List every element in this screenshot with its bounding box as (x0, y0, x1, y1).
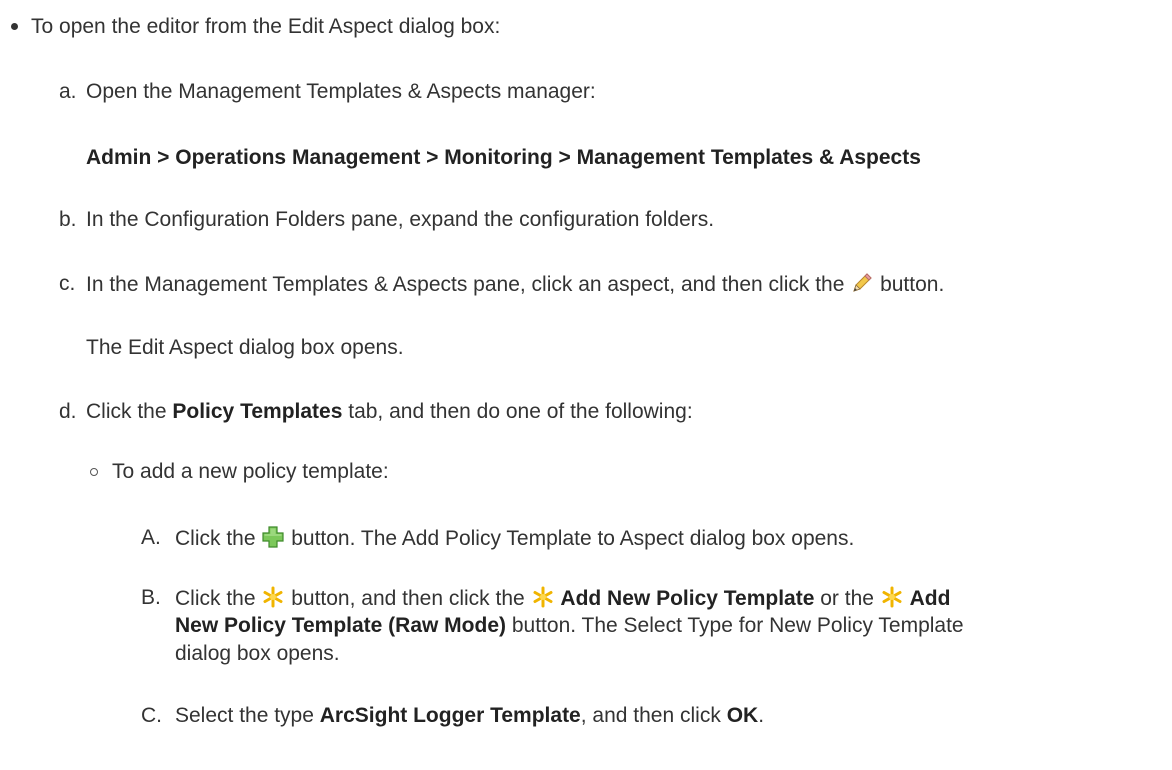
step-A-text: Click the button. The Add Policy Templat… (175, 525, 855, 550)
step-a-marker: a. (59, 80, 77, 103)
menu-path: Admin > Operations Management > Monitori… (86, 146, 921, 169)
step-A-marker: A. (141, 526, 161, 549)
step-c-note: The Edit Aspect dialog box opens. (86, 336, 404, 359)
step-c-text: In the Management Templates & Aspects pa… (86, 271, 945, 296)
new-star-icon (880, 585, 904, 609)
new-star-icon (531, 585, 555, 609)
sub-bullet-marker (90, 468, 98, 476)
new-star-icon (261, 585, 285, 609)
step-d-marker: d. (59, 400, 77, 423)
step-c-marker: c. (59, 272, 76, 295)
intro-text: To open the editor from the Edit Aspect … (31, 15, 501, 38)
step-B-line3: dialog box opens. (175, 642, 340, 665)
step-C-marker: C. (141, 704, 162, 727)
bullet-marker (11, 23, 18, 30)
add-plus-icon (261, 525, 285, 549)
step-C-text: Select the type ArcSight Logger Template… (175, 704, 765, 727)
pencil-icon (850, 271, 874, 295)
substep-text: To add a new policy template: (112, 460, 389, 483)
step-B-line1: Click the button, and then click the Add… (175, 585, 951, 610)
step-B-line2: New Policy Template (Raw Mode) button. T… (175, 614, 964, 637)
step-a-text: Open the Management Templates & Aspects … (86, 80, 596, 103)
step-b-text: In the Configuration Folders pane, expan… (86, 208, 715, 231)
step-d-text: Click the Policy Templates tab, and then… (86, 400, 693, 423)
step-B-marker: B. (141, 586, 161, 609)
policy-templates-tab-label: Policy Templates (172, 400, 343, 423)
step-b-marker: b. (59, 208, 77, 231)
